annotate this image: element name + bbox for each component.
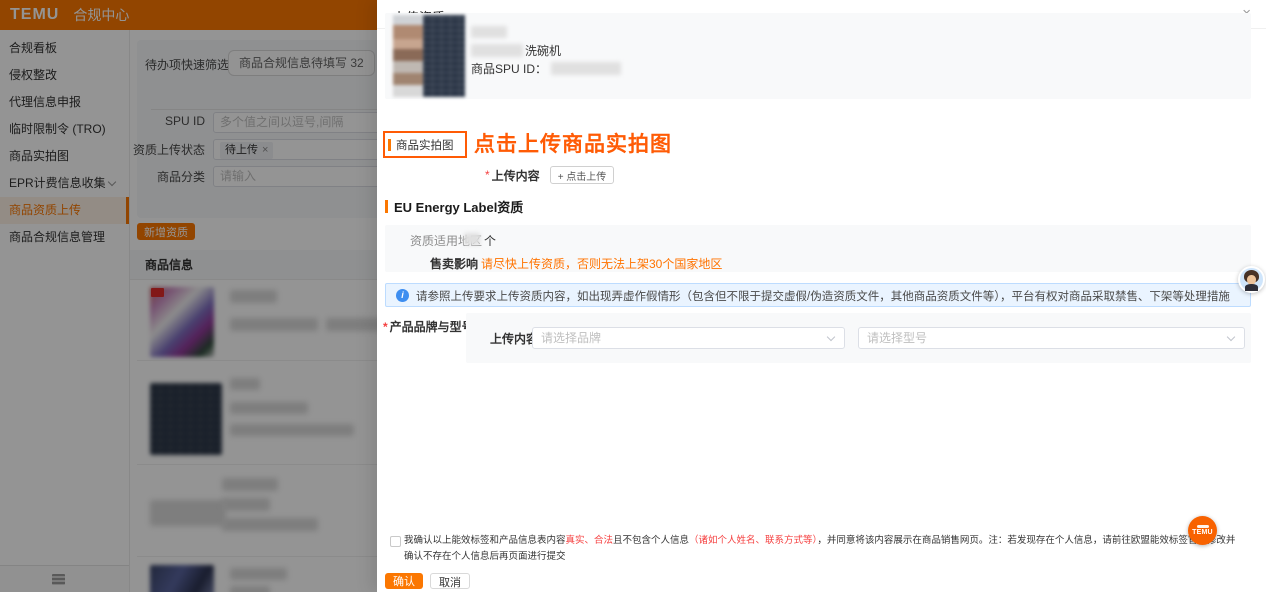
product-name-suffix: 洗碗机: [525, 42, 561, 59]
photo-upload-row: * 上传内容 + 点击上传: [485, 166, 614, 184]
upload-content-label: 上传内容: [492, 167, 540, 184]
region-unit: 个: [484, 232, 496, 249]
required-marker: *: [383, 320, 388, 334]
confirm-seg: 且不包含个人信息: [613, 535, 689, 546]
section-bar: [385, 200, 388, 213]
photo-section-title: 商品实拍图: [396, 137, 454, 153]
badge-label: TEMU: [1192, 529, 1213, 536]
brand-select-placeholder: 请选择品牌: [541, 331, 601, 345]
confirm-seg-red: 真实、合法: [566, 535, 614, 546]
confirm-seg: 页面进行提交: [509, 551, 566, 562]
brand-model-label-text: 产品品牌与型号: [390, 320, 474, 334]
support-avatar-icon[interactable]: [1238, 266, 1265, 293]
annotation-highlight-box: 商品实拍图: [383, 131, 467, 158]
confirmation-text: 我确认以上能效标签和产品信息表内容真实、合法且不包含个人信息（诸如个人姓名、联系…: [404, 533, 1242, 565]
model-select-placeholder: 请选择型号: [867, 331, 927, 345]
drawer-actions: 确认 取消: [385, 573, 470, 589]
redacted-spu-id: [551, 62, 621, 75]
redacted-region-count: [464, 233, 480, 245]
product-card: 洗碗机 商品SPU ID：: [385, 13, 1251, 99]
chevron-down-icon: [827, 333, 835, 341]
redacted-text: [471, 26, 507, 38]
eu-region-box: 资质适用地区 个 售卖影响 请尽快上传资质，否则无法上架30个国家地区: [385, 225, 1251, 272]
confirm-button[interactable]: 确认: [385, 573, 423, 589]
annotation-callout: 点击上传商品实拍图: [474, 128, 672, 158]
redacted-text: [471, 44, 523, 57]
impact-label: 售卖影响: [430, 255, 478, 272]
click-to-upload-button[interactable]: + 点击上传: [550, 166, 615, 184]
model-select[interactable]: 请选择型号: [858, 327, 1245, 349]
notice-banner: i 请参照上传要求上传资质内容，如出现弄虚作假情形（包含但不限于提交虚假/伪造资…: [385, 283, 1251, 307]
notice-text: 请参照上传要求上传资质内容，如出现弄虚作假情形（包含但不限于提交虚假/伪造资质文…: [416, 288, 1240, 304]
brand-model-label: *产品品牌与型号: [383, 318, 474, 335]
required-marker: *: [485, 168, 490, 182]
info-icon: i: [396, 289, 409, 302]
spu-id-label: 商品SPU ID：: [471, 60, 547, 77]
confirm-checkbox[interactable]: [390, 536, 401, 547]
brand-select[interactable]: 请选择品牌: [532, 327, 845, 349]
upload-content-label: 上传内容: [490, 330, 538, 347]
temu-float-badge[interactable]: TEMU: [1188, 516, 1217, 545]
chevron-down-icon: [1227, 333, 1235, 341]
badge-decoration: [1197, 525, 1209, 528]
brand-model-box: 上传内容 请选择品牌 请选择型号: [466, 313, 1251, 363]
impact-warning-text: 请尽快上传资质，否则无法上架30个国家地区: [481, 255, 722, 272]
cancel-button[interactable]: 取消: [430, 573, 470, 589]
section-bar: [388, 139, 391, 151]
upload-qualification-drawer: 上传资质 × 洗碗机 商品SPU ID： 商品实拍图 点击上传商品实拍图: [377, 0, 1266, 592]
screen: TEMU 合规中心 合规看板 侵权整改 代理信息申报 临时限制令 (TRO) 商…: [0, 0, 1266, 592]
product-name: 洗碗机: [471, 42, 561, 59]
product-thumbnail: [393, 15, 465, 97]
eu-energy-label-section-title: EU Energy Label资质: [385, 197, 523, 216]
product-spu-row: 商品SPU ID：: [471, 60, 621, 77]
confirm-seg: 我确认以上能效标签和产品信息表内容: [404, 535, 566, 546]
eu-section-title-text: EU Energy Label资质: [394, 197, 523, 216]
confirm-seg-red: （诸如个人姓名、联系方式等）: [689, 535, 817, 546]
